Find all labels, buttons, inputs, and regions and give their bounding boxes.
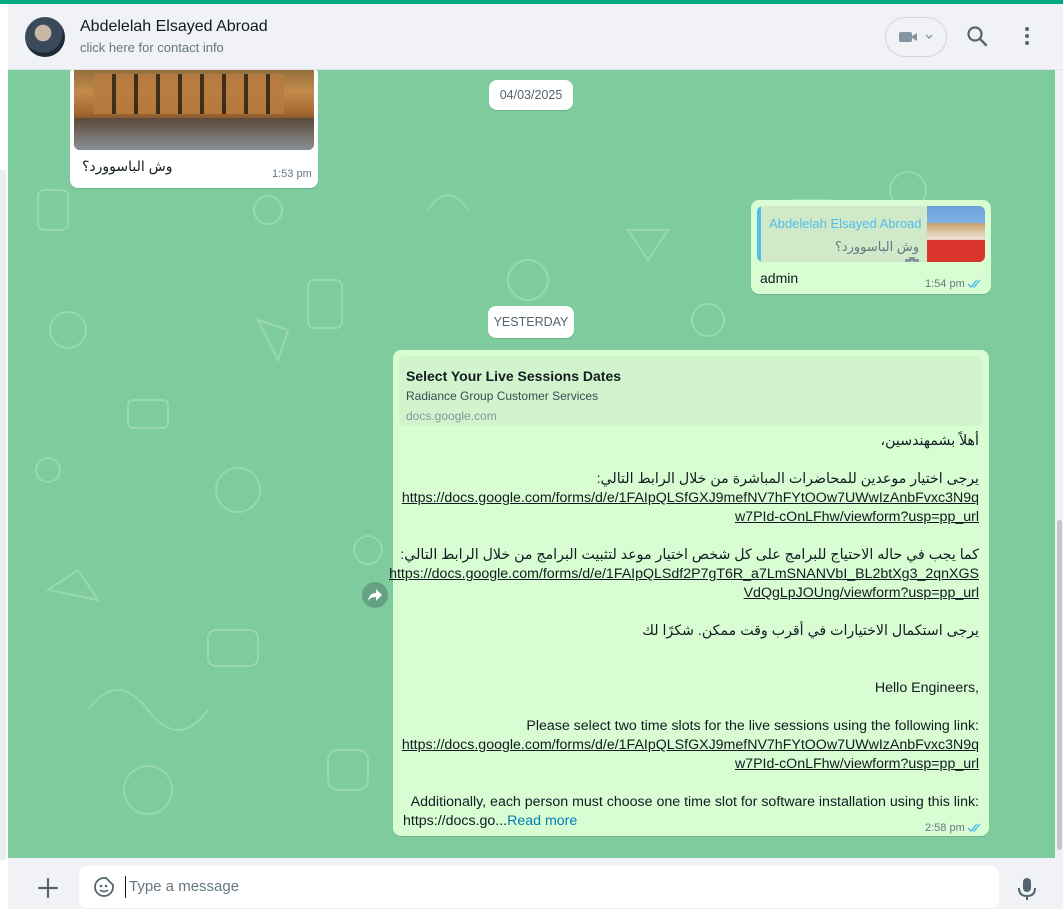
search-icon <box>967 26 988 47</box>
photo-caption: وش الباسوورد؟ <box>82 158 173 174</box>
english-line-2: Additionally, each person must choose on… <box>410 794 979 810</box>
preview-title: Select Your Live Sessions Dates <box>406 368 622 384</box>
link-preview[interactable]: Select Your Live Sessions Dates Radiance… <box>399 356 983 426</box>
double-check-icon <box>967 823 981 833</box>
composer-bar: Type a message <box>8 858 1063 909</box>
double-check-icon <box>967 279 981 289</box>
quote-thumbnail <box>927 206 985 262</box>
photo-thumbnail[interactable] <box>74 70 314 150</box>
preview-domain: docs.google.com <box>406 409 497 423</box>
form-link-3[interactable]: https://docs.google.com/forms/d/e/1FAIpQ… <box>402 737 979 753</box>
chat-area[interactable]: وش الباسوورد؟ 1:53 pm 04/03/2025 Abdelel… <box>8 70 1055 858</box>
input-placeholder: Type a message <box>129 878 240 895</box>
form-link-1-cont[interactable]: w7PId-cOnLFhw/viewform?usp=pp_url <box>735 509 979 525</box>
text-caret <box>125 876 126 898</box>
outgoing-link-message[interactable]: Select Your Live Sessions Dates Radiance… <box>389 350 989 836</box>
sticker-icon <box>94 877 114 897</box>
menu-icon <box>1025 27 1029 45</box>
message-time: 2:58 pm <box>925 822 965 834</box>
quote-author: Abdelelah Elsayed Abroad <box>769 216 922 231</box>
attach-button[interactable] <box>36 876 60 900</box>
sticker-button[interactable] <box>93 876 115 898</box>
outgoing-reply-message[interactable]: Abdelelah Elsayed Abroad وش الباسوورد؟ a… <box>751 200 991 294</box>
quote-bar <box>757 206 761 262</box>
message-time: 1:54 pm <box>925 278 965 290</box>
read-more-link[interactable]: Read more <box>507 813 577 829</box>
photo-wall <box>94 74 284 114</box>
arabic-line-1: يرجى اختيار موعدين للمحاضرات المباشرة من… <box>596 471 979 487</box>
preview-description: Radiance Group Customer Services <box>406 389 599 403</box>
date-divider: YESTERDAY <box>488 306 574 338</box>
arabic-line-3: يرجى استكمال الاختيارات في أقرب وقت ممكن… <box>642 623 979 639</box>
message-time: 1:53 pm <box>272 168 312 180</box>
quote-text: وش الباسوورد؟ <box>834 239 919 254</box>
arabic-line-2: كما يجب في حاله الاحتياج للبرامج على كل … <box>400 547 979 563</box>
form-link-2-cont[interactable]: VdQgLpJOUng/viewform?usp=pp_url <box>744 585 979 601</box>
english-line-1: Please select two time slots for the liv… <box>526 718 979 734</box>
plus-icon <box>37 877 59 899</box>
quoted-message[interactable]: Abdelelah Elsayed Abroad وش الباسوورد؟ <box>757 206 985 262</box>
date-divider: 04/03/2025 <box>489 80 573 110</box>
voice-message-button[interactable] <box>1015 876 1039 902</box>
chat-header: Abdelelah Elsayed Abroad click here for … <box>8 4 1063 70</box>
english-greeting: Hello Engineers, <box>874 680 979 696</box>
forward-icon <box>368 589 382 601</box>
search-button[interactable] <box>965 24 989 48</box>
message-text: admin <box>760 270 799 286</box>
video-call-icon <box>899 32 933 42</box>
scrollbar-thumb[interactable] <box>1057 520 1062 850</box>
message-input[interactable]: Type a message <box>79 866 999 908</box>
photo-ground <box>74 118 314 150</box>
contact-name[interactable]: Abdelelah Elsayed Abroad <box>80 18 268 36</box>
video-call-button[interactable] <box>885 17 947 57</box>
avatar[interactable] <box>25 17 65 57</box>
incoming-photo-message[interactable]: وش الباسوورد؟ 1:53 pm <box>70 70 318 188</box>
left-edge-divider <box>0 170 6 860</box>
mic-icon <box>1018 878 1036 900</box>
truncated-text: https://docs.go... <box>403 813 508 829</box>
form-link-3-cont[interactable]: w7PId-cOnLFhw/viewform?usp=pp_url <box>735 756 979 772</box>
form-link-2[interactable]: https://docs.google.com/forms/d/e/1FAIpQ… <box>389 566 979 582</box>
forward-button[interactable] <box>362 582 388 608</box>
form-link-1[interactable]: https://docs.google.com/forms/d/e/1FAIpQ… <box>402 490 979 506</box>
arabic-greeting: أهلاً بشمهندسين، <box>880 433 979 449</box>
contact-info-link[interactable]: click here for contact info <box>80 40 224 55</box>
camera-icon <box>905 257 919 262</box>
menu-button[interactable] <box>1015 24 1039 48</box>
